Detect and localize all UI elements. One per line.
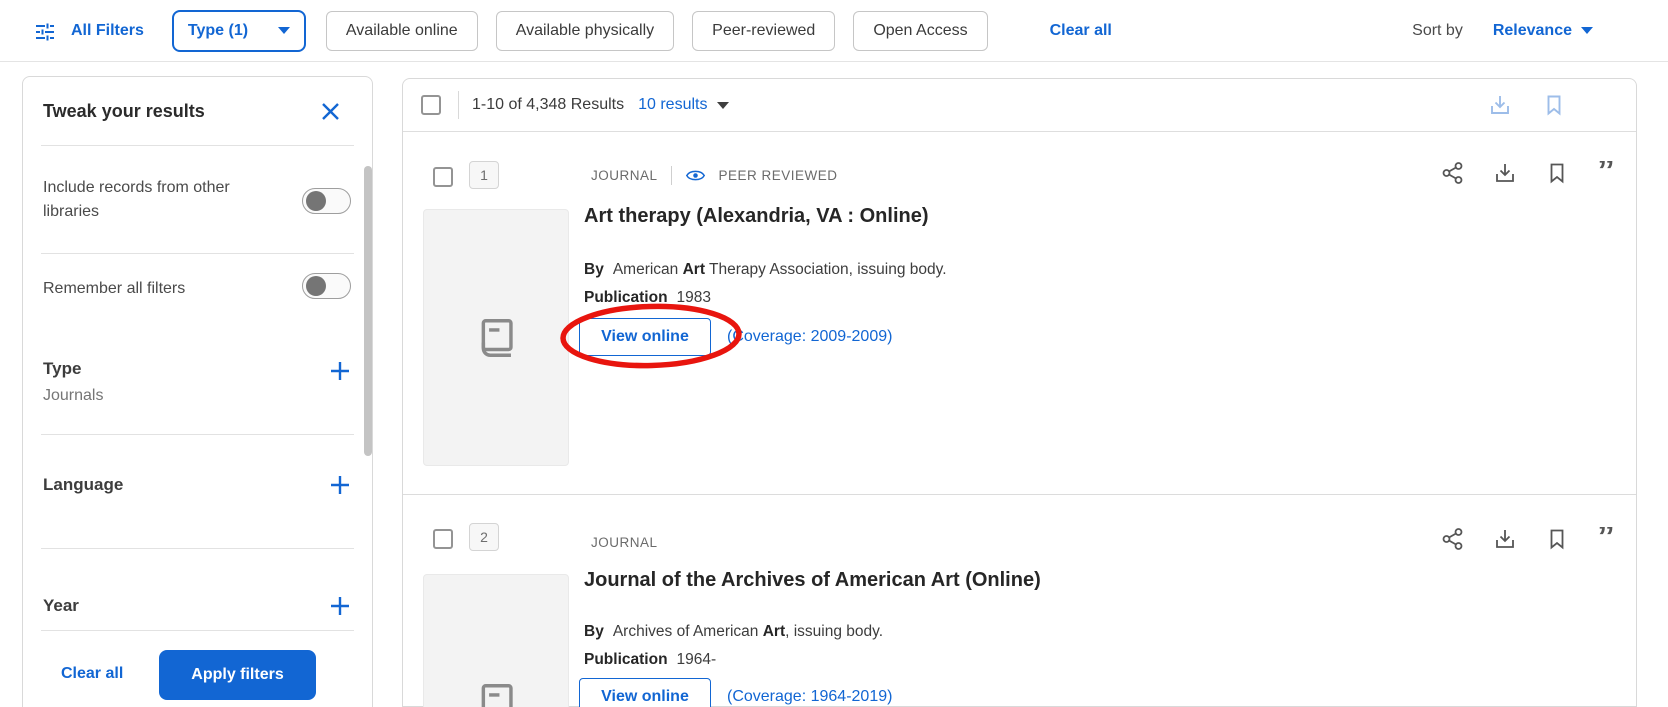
apply-filters-button[interactable]: Apply filters [159,650,316,700]
download-icon[interactable] [1493,527,1517,551]
bookmark-icon[interactable] [1545,161,1569,185]
share-icon[interactable] [1441,527,1465,551]
result-checkbox[interactable] [433,529,453,549]
journal-icon [473,680,519,707]
result-thumbnail [423,574,569,707]
result-badges: JOURNAL [591,530,658,554]
divider [41,253,354,254]
result-publication-line: Publication1964- [584,649,716,670]
select-all-checkbox[interactable] [421,95,441,115]
coverage-link[interactable]: (Coverage: 1964-2019) [727,688,892,706]
results-count: 1-10 of 4,348 Results [472,96,624,114]
type-filter-label: Type (1) [188,22,248,40]
filter-available-online-button[interactable]: Available online [326,11,478,51]
filter-open-access-button[interactable]: Open Access [853,11,987,51]
result-actions: ” [1441,527,1615,551]
facet-section-year: Year [43,596,79,616]
citation-quote-icon[interactable]: ” [1597,161,1615,185]
clear-all-filters-link[interactable]: Clear all [1050,22,1112,40]
divider [458,91,459,119]
close-icon[interactable] [321,102,340,121]
divider [671,166,672,185]
facet-selected-type: Journals [43,387,103,405]
view-online-button[interactable]: View online [579,678,711,707]
include-other-libraries-toggle[interactable] [302,188,351,214]
type-filter-dropdown[interactable]: Type (1) [172,10,306,52]
bookmark-icon[interactable] [1542,93,1566,117]
coverage-link[interactable]: (Coverage: 2009-2009) [727,328,892,346]
sort-value-label: Relevance [1493,22,1572,40]
divider [41,548,354,549]
search-term-highlight: Art [683,261,705,278]
page-size-dropdown[interactable]: 10 results [638,96,707,114]
facet-section-type: Type [43,359,81,379]
result-publication-line: Publication1983 [584,287,711,308]
results-list: 1-10 of 4,348 Results 10 results 1 [402,78,1637,707]
all-filters-button[interactable]: All Filters [71,22,144,40]
toggle-knob [306,191,326,211]
results-header: 1-10 of 4,348 Results 10 results [403,79,1636,132]
sort-dropdown[interactable]: Relevance [1493,22,1593,40]
chevron-down-icon [717,102,729,109]
expand-type-plus-icon[interactable] [328,359,352,383]
result-number-badge: 1 [469,161,499,189]
filter-peer-reviewed-button[interactable]: Peer-reviewed [692,11,835,51]
expand-year-plus-icon[interactable] [328,594,352,618]
chevron-down-icon [278,27,290,34]
result-author-line: ByAmerican Art Therapy Association, issu… [584,259,947,280]
search-term-highlight: Art [763,623,785,640]
remember-all-filters-toggle[interactable] [302,273,351,299]
download-icon[interactable] [1493,161,1517,185]
toggle-label-include-other-libraries: Include records from other libraries [43,176,278,224]
sort-controls: Sort by Relevance [1412,22,1593,40]
resource-type-badge: JOURNAL [591,535,658,550]
citation-quote-icon[interactable]: ” [1597,527,1615,551]
result-divider [403,494,1636,495]
view-online-button[interactable]: View online [579,318,711,356]
result-actions: ” [1441,161,1615,185]
peer-reviewed-badge: PEER REVIEWED [719,168,838,183]
bookmark-icon[interactable] [1545,527,1569,551]
result-thumbnail [423,209,569,466]
result-title[interactable]: Art therapy (Alexandria, VA : Online) [584,205,929,228]
facet-section-language: Language [43,475,123,495]
panel-title: Tweak your results [43,101,205,122]
result-number-badge: 2 [469,523,499,551]
divider [41,434,354,435]
filter-available-physically-button[interactable]: Available physically [496,11,674,51]
divider [41,630,354,631]
result-checkbox[interactable] [433,167,453,187]
expand-language-plus-icon[interactable] [328,473,352,497]
share-icon[interactable] [1441,161,1465,185]
result-badges: JOURNAL PEER REVIEWED [591,163,838,187]
divider [41,145,354,146]
library-search-results-page: All Filters Type (1) Available online Av… [0,0,1668,707]
journal-icon [473,315,519,361]
chevron-down-icon [1581,27,1593,34]
filter-toolbar: All Filters Type (1) Available online Av… [0,0,1668,62]
tweak-results-panel: Tweak your results Include records from … [22,76,373,707]
sidebar-clear-all-link[interactable]: Clear all [61,665,123,683]
toggle-knob [306,276,326,296]
result-title[interactable]: Journal of the Archives of American Art … [584,569,1041,592]
download-icon[interactable] [1488,93,1512,117]
peer-reviewed-eye-icon [685,169,706,182]
result-author-line: ByArchives of American Art, issuing body… [584,621,883,642]
resource-type-badge: JOURNAL [591,168,658,183]
sidebar-scrollbar[interactable] [364,166,372,456]
sort-by-label: Sort by [1412,22,1463,40]
filter-sliders-icon [33,19,57,43]
toggle-label-remember-filters: Remember all filters [43,277,278,301]
